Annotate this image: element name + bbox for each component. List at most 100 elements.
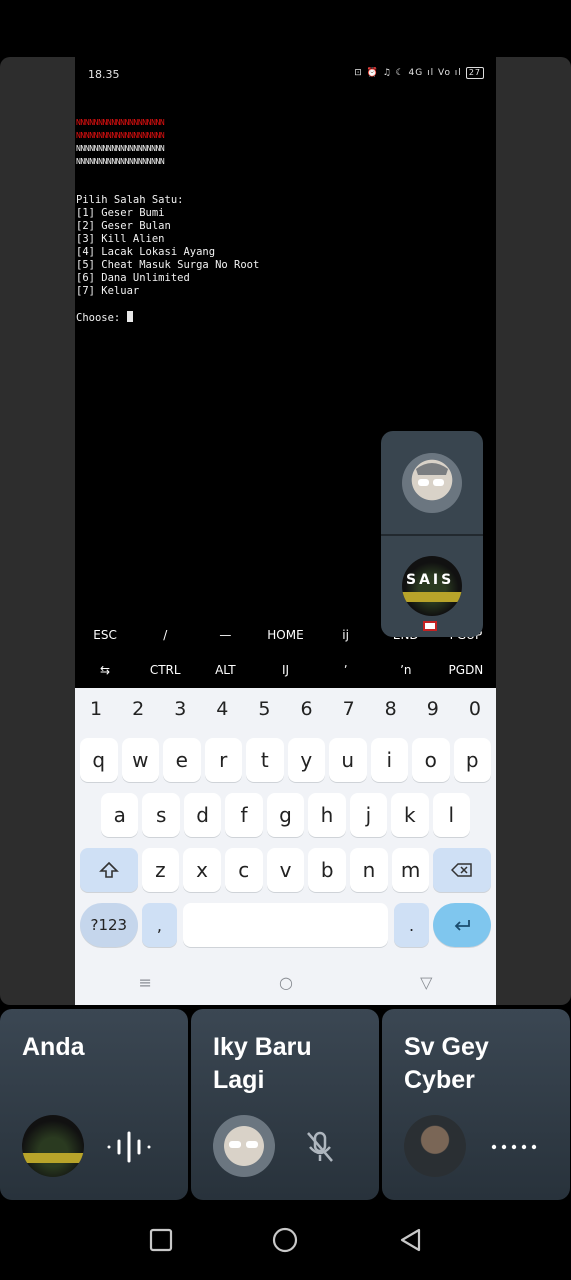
- key-t[interactable]: t: [246, 738, 284, 782]
- terminal-output: NNNNNNNNNNNNNNNNNNNN NNNNNNNNNNNNNNNNNNNN…: [76, 103, 495, 351]
- menu-option: [6] Dana Unlimited: [76, 272, 190, 284]
- avatar: [404, 1115, 466, 1177]
- self-avatar: SAIS: [402, 556, 462, 616]
- key-dash[interactable]: —: [195, 628, 255, 642]
- key-esc[interactable]: ESC: [75, 628, 135, 642]
- banner-line: NNNNNNNNNNNNNNNNNNNN: [76, 144, 165, 153]
- avatar-badge-text: SAIS: [406, 572, 455, 588]
- menu-option: [3] Kill Alien: [76, 233, 165, 245]
- key-4[interactable]: 4: [216, 698, 228, 720]
- participant-name: Sv Gey Cyber: [404, 1033, 489, 1094]
- key-d[interactable]: d: [183, 793, 222, 837]
- key-2[interactable]: 2: [132, 698, 144, 720]
- keyboard-row-zxcv: z x c v b n m: [75, 848, 496, 892]
- participant-tile-self[interactable]: Anda: [0, 1009, 188, 1200]
- backspace-key[interactable]: [433, 848, 492, 892]
- avatar-stripe: [22, 1153, 84, 1163]
- key-5[interactable]: 5: [258, 698, 270, 720]
- key-1[interactable]: 1: [90, 698, 102, 720]
- key-v[interactable]: v: [266, 848, 305, 892]
- key-o[interactable]: o: [412, 738, 450, 782]
- key-alt[interactable]: ALT: [195, 663, 255, 677]
- menu-option: [5] Cheat Masuk Surga No Root: [76, 259, 260, 271]
- key-a[interactable]: a: [101, 793, 139, 837]
- keyboard-row-asdf: a s d f g h j k l: [75, 793, 496, 837]
- banner-line: NNNNNNNNNNNNNNNNNNNN: [76, 157, 165, 166]
- key-j[interactable]: j: [349, 793, 388, 837]
- key-m[interactable]: m: [391, 848, 430, 892]
- key-f[interactable]: f: [225, 793, 263, 837]
- home-icon[interactable]: [271, 1226, 299, 1254]
- key-u[interactable]: u: [329, 738, 367, 782]
- sunglasses-icon: [416, 463, 448, 486]
- key-tab[interactable]: ⇆: [75, 663, 135, 677]
- key-z[interactable]: z: [141, 848, 180, 892]
- floating-divider: [381, 534, 483, 536]
- enter-key[interactable]: [433, 903, 491, 947]
- terminal-cursor: [126, 311, 133, 322]
- enter-icon: [454, 920, 471, 931]
- comma-key[interactable]: ,: [141, 903, 178, 947]
- menu-option: [7] Keluar: [76, 285, 140, 297]
- key-0[interactable]: 0: [469, 698, 481, 720]
- key-pgdn[interactable]: PGDN: [436, 663, 496, 677]
- period-key[interactable]: .: [393, 903, 430, 947]
- key-9[interactable]: 9: [427, 698, 439, 720]
- key-w[interactable]: w: [121, 738, 159, 782]
- shift-key[interactable]: [80, 848, 138, 892]
- key-k[interactable]: k: [391, 793, 429, 837]
- key-apostrophe[interactable]: ʼ: [316, 663, 376, 677]
- key-7[interactable]: 7: [343, 698, 355, 720]
- key-e[interactable]: e: [163, 738, 201, 782]
- participant-tile-sv[interactable]: Sv Gey Cyber: [382, 1009, 570, 1200]
- banner-line: NNNNNNNNNNNNNNNNNNNN: [76, 131, 165, 140]
- symbols-key[interactable]: ?123: [80, 903, 138, 947]
- back-chevron-icon[interactable]: ▽: [420, 973, 432, 992]
- key-r[interactable]: r: [204, 738, 242, 782]
- key-ij[interactable]: ij: [316, 628, 376, 642]
- backspace-icon: [451, 863, 472, 877]
- status-icons: ⊡ ⏰ ♫ ☾ 4G ıl Vo ıl 27: [354, 67, 484, 79]
- video-call-screen: 18.35 ⊡ ⏰ ♫ ☾ 4G ıl Vo ıl 27 NNNNNNNNNNN…: [0, 0, 571, 1280]
- key-home[interactable]: HOME: [255, 628, 315, 642]
- number-row: 1 2 3 4 5 6 7 8 9 0: [75, 698, 496, 720]
- avatar: [22, 1115, 84, 1177]
- keyboard-row-bottom: ?123 , .: [75, 903, 496, 947]
- prompt-line[interactable]: Choose:: [76, 311, 495, 325]
- key-i[interactable]: i: [370, 738, 408, 782]
- participant-tile-iky[interactable]: Iky Baru Lagi: [191, 1009, 379, 1200]
- key-p[interactable]: p: [453, 738, 491, 782]
- key-n-apostrophe[interactable]: ʼn: [376, 663, 436, 677]
- key-g[interactable]: g: [266, 793, 305, 837]
- menu-icon[interactable]: ≡: [139, 973, 152, 992]
- key-8[interactable]: 8: [385, 698, 397, 720]
- key-6[interactable]: 6: [300, 698, 312, 720]
- mic-off-icon: [295, 1127, 345, 1167]
- key-IJ[interactable]: IJ: [255, 663, 315, 677]
- key-ctrl[interactable]: CTRL: [135, 663, 195, 677]
- shift-icon: [98, 861, 119, 878]
- key-3[interactable]: 3: [174, 698, 186, 720]
- status-bar: 18.35 ⊡ ⏰ ♫ ☾ 4G ıl Vo ıl 27: [75, 57, 496, 91]
- key-n[interactable]: n: [350, 848, 388, 892]
- key-h[interactable]: h: [308, 793, 346, 837]
- space-bar[interactable]: [183, 903, 388, 947]
- home-circle-icon[interactable]: ○: [279, 973, 293, 992]
- floating-call-window[interactable]: SAIS: [381, 431, 483, 637]
- avatar: [213, 1115, 275, 1177]
- key-l[interactable]: l: [432, 793, 470, 837]
- key-x[interactable]: x: [183, 848, 221, 892]
- status-icons-text: ⊡ ⏰ ♫ ☾ 4G ıl Vo ıl: [354, 68, 462, 78]
- participant-name: Anda: [22, 1033, 85, 1061]
- key-y[interactable]: y: [287, 738, 325, 782]
- key-b[interactable]: b: [308, 848, 347, 892]
- key-c[interactable]: c: [224, 848, 263, 892]
- avatar-stripe: [402, 592, 462, 602]
- key-q[interactable]: q: [80, 738, 118, 782]
- recents-icon[interactable]: [149, 1228, 173, 1252]
- keyboard-nav-bar: ≡ ○ ▽: [75, 962, 496, 1002]
- key-slash[interactable]: /: [135, 628, 195, 642]
- key-s[interactable]: s: [142, 793, 180, 837]
- soft-keyboard: 1 2 3 4 5 6 7 8 9 0 q w e r t y u i o p …: [75, 688, 496, 1005]
- back-icon[interactable]: [398, 1227, 422, 1253]
